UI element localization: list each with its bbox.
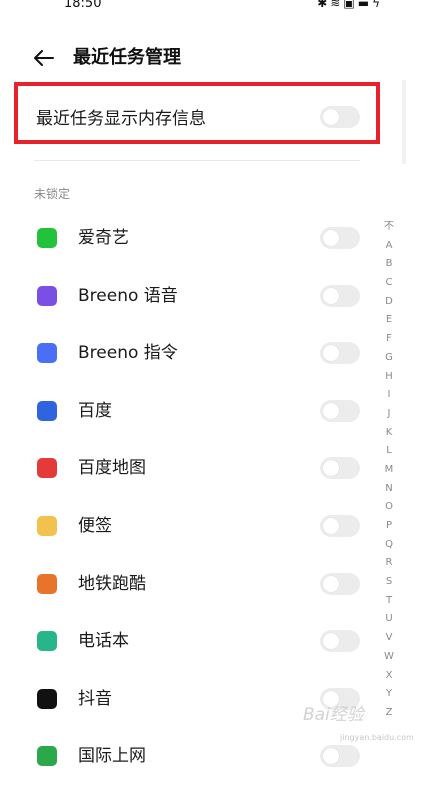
alpha-index-letter[interactable]: I bbox=[380, 386, 398, 405]
section-label-unlocked: 未锁定 bbox=[34, 187, 71, 201]
watermark-logo: Bai经验 bbox=[303, 705, 364, 725]
alpha-index-letter[interactable]: E bbox=[380, 311, 398, 330]
app-lock-toggle[interactable] bbox=[320, 630, 360, 652]
app-row[interactable]: 爱奇艺 bbox=[0, 227, 380, 285]
header: 最近任务管理 bbox=[0, 38, 423, 78]
app-lock-toggle[interactable] bbox=[320, 227, 360, 249]
alpha-index-letter[interactable]: K bbox=[380, 424, 398, 443]
alphabet-index[interactable]: 不ABCDEFGHIJKLMNOPQRSTUVWXYZ bbox=[380, 218, 398, 723]
alpha-index-letter[interactable]: N bbox=[380, 480, 398, 499]
alpha-index-letter[interactable]: O bbox=[380, 498, 398, 517]
alpha-index-letter[interactable]: H bbox=[380, 368, 398, 387]
app-lock-toggle[interactable] bbox=[320, 515, 360, 537]
alpha-index-letter[interactable]: C bbox=[380, 274, 398, 293]
alpha-index-letter[interactable]: B bbox=[380, 255, 398, 274]
alpha-index-letter[interactable]: F bbox=[380, 330, 398, 349]
alpha-index-letter[interactable]: R bbox=[380, 554, 398, 573]
app-row[interactable]: 国际上网 bbox=[0, 745, 380, 803]
app-row[interactable]: 电话本 bbox=[0, 630, 380, 688]
baidu-icon bbox=[36, 400, 58, 422]
divider bbox=[34, 160, 360, 161]
app-name: 便签 bbox=[78, 516, 112, 536]
toggle-knob bbox=[323, 288, 339, 304]
app-lock-toggle[interactable] bbox=[320, 342, 360, 364]
app-row[interactable]: 百度 bbox=[0, 400, 380, 458]
wifi-icon: ≋ bbox=[330, 0, 344, 10]
global-internet-icon bbox=[36, 745, 58, 767]
breeno-voice-icon bbox=[36, 285, 58, 307]
subway-surfers-icon bbox=[36, 573, 58, 595]
app-name: 国际上网 bbox=[78, 746, 146, 766]
memory-info-label: 最近任务显示内存信息 bbox=[36, 109, 206, 129]
alpha-index-letter[interactable]: L bbox=[380, 442, 398, 461]
toggle-knob bbox=[323, 518, 339, 534]
app-lock-toggle[interactable] bbox=[320, 400, 360, 422]
baidu-map-icon bbox=[36, 457, 58, 479]
back-button[interactable] bbox=[30, 38, 58, 78]
alpha-index-letter[interactable]: D bbox=[380, 293, 398, 312]
app-row[interactable]: 便签 bbox=[0, 515, 380, 573]
alpha-index-letter[interactable]: W bbox=[380, 648, 398, 667]
toggle-knob bbox=[323, 748, 339, 764]
app-name: 百度 bbox=[78, 401, 112, 421]
alpha-index-letter[interactable]: G bbox=[380, 349, 398, 368]
breeno-command-icon bbox=[36, 342, 58, 364]
memory-info-toggle[interactable] bbox=[320, 106, 360, 128]
douyin-icon bbox=[36, 688, 58, 710]
app-lock-toggle[interactable] bbox=[320, 457, 360, 479]
battery-charging-icon: ▬ϟ bbox=[357, 0, 383, 10]
contacts-icon bbox=[36, 630, 58, 652]
toggle-knob bbox=[323, 576, 339, 592]
app-name: 抖音 bbox=[78, 689, 112, 709]
toggle-knob bbox=[323, 230, 339, 246]
page-title: 最近任务管理 bbox=[73, 47, 181, 68]
toggle-knob bbox=[323, 345, 339, 361]
bluetooth-icon: ✱ bbox=[317, 0, 331, 10]
toggle-knob bbox=[323, 633, 339, 649]
status-bar: 18:50 ✱≋▣▬ϟ bbox=[0, 0, 423, 14]
alpha-index-letter[interactable]: U bbox=[380, 610, 398, 629]
app-name: 百度地图 bbox=[78, 458, 146, 478]
app-row[interactable]: Breeno 语音 bbox=[0, 285, 380, 343]
app-lock-toggle[interactable] bbox=[320, 745, 360, 767]
app-row[interactable]: Breeno 指令 bbox=[0, 342, 380, 400]
app-row[interactable]: 百度地图 bbox=[0, 457, 380, 515]
app-name: Breeno 语音 bbox=[78, 286, 178, 306]
app-lock-toggle[interactable] bbox=[320, 573, 360, 595]
alpha-index-letter[interactable]: P bbox=[380, 517, 398, 536]
sim-icon: ▣ bbox=[343, 0, 358, 10]
alpha-index-letter[interactable]: X bbox=[380, 667, 398, 686]
app-name: 爱奇艺 bbox=[78, 228, 129, 248]
status-icons: ✱≋▣▬ϟ bbox=[317, 0, 383, 10]
watermark-url: jingyan.baidu.com bbox=[340, 733, 414, 742]
app-name: 电话本 bbox=[78, 631, 129, 651]
alpha-index-letter[interactable]: A bbox=[380, 237, 398, 256]
back-arrow-icon bbox=[34, 50, 54, 66]
scroll-edge bbox=[402, 80, 406, 164]
app-row[interactable]: 地铁跑酷 bbox=[0, 573, 380, 631]
alpha-index-letter[interactable]: 不 bbox=[380, 218, 398, 237]
alpha-index-letter[interactable]: M bbox=[380, 461, 398, 480]
alpha-index-letter[interactable]: Q bbox=[380, 536, 398, 555]
toggle-knob bbox=[323, 403, 339, 419]
alpha-index-letter[interactable]: S bbox=[380, 573, 398, 592]
toggle-knob bbox=[323, 460, 339, 476]
app-name: 地铁跑酷 bbox=[78, 574, 146, 594]
app-lock-toggle[interactable] bbox=[320, 285, 360, 307]
app-name: Breeno 指令 bbox=[78, 343, 178, 363]
status-time: 18:50 bbox=[64, 0, 102, 11]
alpha-index-letter[interactable]: J bbox=[380, 405, 398, 424]
notes-icon bbox=[36, 515, 58, 537]
alpha-index-letter[interactable]: V bbox=[380, 629, 398, 648]
toggle-knob bbox=[323, 109, 339, 125]
alpha-index-letter[interactable]: Y bbox=[380, 685, 398, 704]
iqiyi-icon bbox=[36, 227, 58, 249]
alpha-index-letter[interactable]: T bbox=[380, 592, 398, 611]
alpha-index-letter[interactable]: Z bbox=[380, 704, 398, 723]
